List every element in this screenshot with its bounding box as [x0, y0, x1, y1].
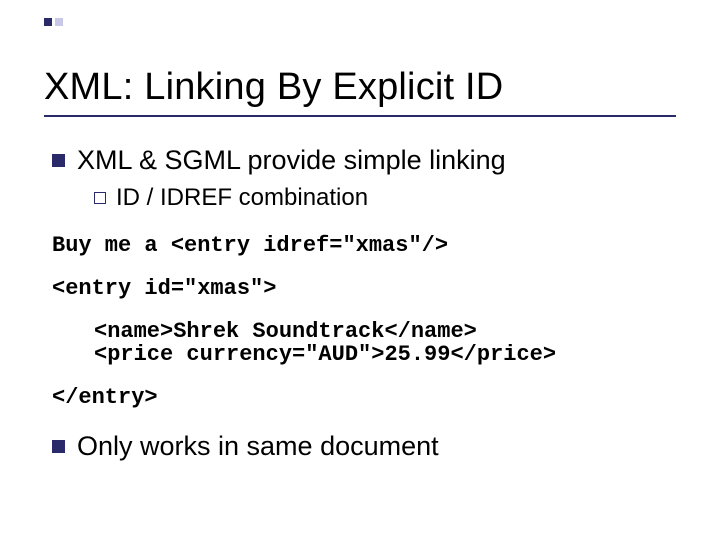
code-line-1: Buy me a <entry idref="xmas"/> — [52, 234, 676, 257]
bullet-square-icon — [52, 154, 65, 167]
hollow-square-icon — [94, 192, 106, 204]
bullet-2: Only works in same document — [52, 431, 676, 462]
title-rule — [44, 115, 676, 117]
subbullet-1-text: ID / IDREF combination — [116, 184, 368, 212]
code-line-5: </entry> — [52, 386, 676, 409]
subbullet-1-rest: / IDREF combination — [140, 184, 368, 211]
code-line-4: <price currency="AUD">25.99</price> — [94, 343, 676, 366]
code-line-3: <name>Shrek Soundtrack</name> — [94, 320, 676, 343]
subbullet-1: ID / IDREF combination — [94, 184, 676, 212]
bullet-square-icon — [52, 440, 65, 453]
bullet-1-text: XML & SGML provide simple linking — [77, 145, 506, 176]
code-line-2: <entry id="xmas"> — [52, 277, 676, 300]
slide-content: XML: Linking By Explicit ID XML & SGML p… — [0, 0, 720, 462]
bullet-1: XML & SGML provide simple linking — [52, 145, 676, 176]
bullet-2-text: Only works in same document — [77, 431, 439, 462]
slide-title: XML: Linking By Explicit ID — [44, 66, 676, 109]
corner-decoration — [44, 18, 63, 26]
subbullet-1-prefix: ID — [116, 184, 140, 211]
